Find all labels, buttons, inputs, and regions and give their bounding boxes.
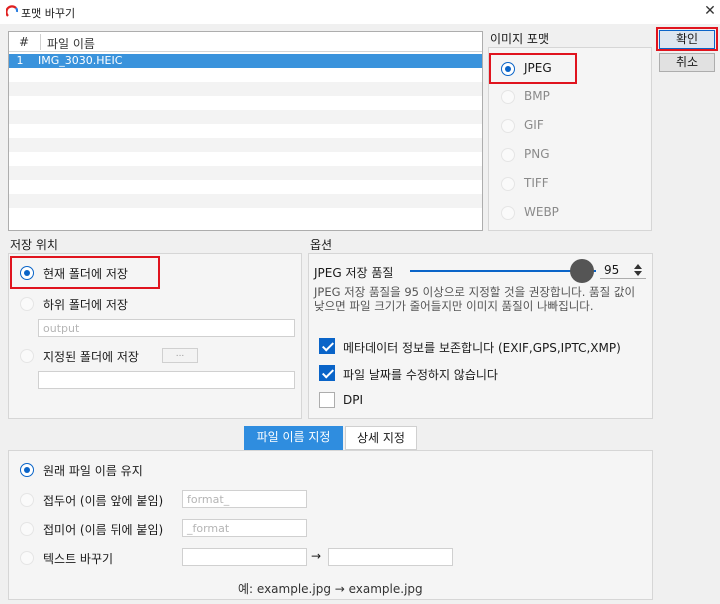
radio-jpeg[interactable] (501, 62, 515, 76)
radio-webp[interactable] (501, 206, 515, 220)
format-option-bmp[interactable]: BMP (524, 89, 550, 103)
column-header-number[interactable]: # (19, 35, 29, 49)
format-option-tiff[interactable]: TIFF (524, 176, 549, 190)
replace-to-input[interactable] (328, 548, 453, 566)
folder-path-input[interactable] (38, 371, 295, 389)
radio-prefix[interactable] (20, 493, 34, 507)
radio-replace-text[interactable] (20, 551, 34, 565)
empty-row (9, 166, 482, 180)
empty-row (9, 138, 482, 152)
naming-option-suffix[interactable]: 접미어 (이름 뒤에 붙임) (43, 521, 163, 538)
radio-bmp[interactable] (501, 90, 515, 104)
column-divider (40, 34, 41, 50)
radio-png[interactable] (501, 148, 515, 162)
row-filename: IMG_3030.HEIC (38, 54, 123, 67)
quality-slider-thumb[interactable] (570, 259, 595, 283)
options-group-label: 옵션 (310, 238, 333, 252)
format-group-label: 이미지 포맷 (490, 32, 550, 46)
naming-example: 예: example.jpg → example.jpg (238, 582, 423, 596)
naming-option-keep[interactable]: 원래 파일 이름 유지 (43, 462, 143, 479)
checkbox-preserve-metadata[interactable] (319, 338, 335, 354)
preserve-metadata-label[interactable]: 메타데이터 정보를 보존합니다 (EXIF,GPS,IPTC,XMP) (343, 339, 621, 356)
file-list[interactable]: # 파일 이름 1 IMG_3030.HEIC (8, 31, 483, 231)
app-logo-icon (6, 5, 18, 17)
subfolder-input[interactable]: output (38, 319, 295, 337)
keep-file-date-label[interactable]: 파일 날짜를 수정하지 않습니다 (343, 366, 498, 383)
spin-arrows-icon[interactable] (633, 263, 643, 277)
prefix-input[interactable]: format_ (182, 490, 307, 508)
browse-button[interactable]: ... (162, 348, 198, 363)
quality-spinbox-value[interactable]: 95 (604, 263, 619, 277)
format-option-jpeg[interactable]: JPEG (524, 61, 552, 75)
naming-option-prefix[interactable]: 접두어 (이름 앞에 붙임) (43, 492, 163, 509)
format-option-png[interactable]: PNG (524, 147, 550, 161)
radio-current-folder[interactable] (20, 266, 34, 280)
row-number: 1 (16, 54, 24, 67)
empty-row (9, 194, 482, 208)
window-title: 포맷 바꾸기 (21, 7, 76, 20)
arrow-right-icon: → (311, 549, 322, 563)
empty-row (9, 82, 482, 96)
spinbox-underline (600, 278, 646, 279)
replace-from-input[interactable] (182, 548, 307, 566)
tab-detail-settings[interactable]: 상세 지정 (345, 426, 417, 450)
close-icon[interactable]: ✕ (700, 1, 720, 21)
quality-description: JPEG 저장 품질을 95 이상으로 지정할 것을 권장합니다. 품질 값이 … (314, 285, 636, 313)
ok-button[interactable]: 확인 (659, 30, 715, 49)
radio-specified-folder[interactable] (20, 349, 34, 363)
save-option-current-folder[interactable]: 현재 폴더에 저장 (43, 265, 128, 282)
table-row[interactable]: 1 IMG_3030.HEIC (9, 54, 482, 68)
radio-keep-name[interactable] (20, 463, 34, 477)
quality-label: JPEG 저장 품질 (314, 266, 394, 280)
column-header-filename[interactable]: 파일 이름 (47, 35, 95, 52)
radio-gif[interactable] (501, 119, 515, 133)
format-option-gif[interactable]: GIF (524, 118, 544, 132)
radio-tiff[interactable] (501, 177, 515, 191)
dpi-label[interactable]: DPI (343, 393, 363, 407)
checkbox-dpi[interactable] (319, 392, 335, 408)
title-bar: 포맷 바꾸기 ✕ (0, 0, 720, 24)
suffix-input[interactable]: _format (182, 519, 307, 537)
radio-subfolder[interactable] (20, 297, 34, 311)
radio-suffix[interactable] (20, 522, 34, 536)
empty-row (9, 110, 482, 124)
save-option-specified-folder[interactable]: 지정된 폴더에 저장 (43, 348, 139, 365)
save-option-subfolder[interactable]: 하위 폴더에 저장 (43, 296, 128, 313)
cancel-button[interactable]: 취소 (659, 53, 715, 72)
naming-option-replace[interactable]: 텍스트 바꾸기 (43, 550, 113, 567)
quality-slider-track[interactable] (410, 270, 596, 272)
save-location-label: 저장 위치 (10, 238, 58, 252)
file-list-header: # 파일 이름 (9, 32, 482, 52)
format-option-webp[interactable]: WEBP (524, 205, 559, 219)
format-panel (488, 47, 652, 231)
checkbox-keep-file-date[interactable] (319, 365, 335, 381)
tab-file-naming[interactable]: 파일 이름 지정 (244, 426, 343, 450)
